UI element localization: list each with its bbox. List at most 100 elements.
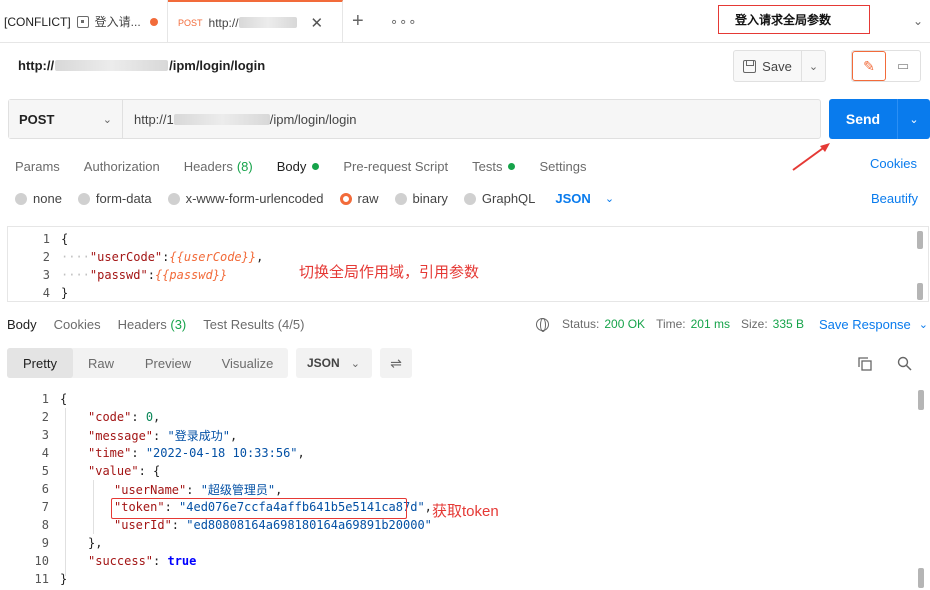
annotation-token-highlight (111, 498, 407, 519)
method-select[interactable]: POST ⌄ (9, 100, 123, 138)
time-value[interactable]: 201 ms (691, 317, 730, 331)
tab-params[interactable]: Params (15, 156, 60, 176)
body-indicator-dot-icon (312, 162, 320, 170)
tab-conflict-request[interactable]: [CONFLICT] 登入请... (0, 0, 168, 43)
response-scrollbar[interactable] (918, 568, 924, 588)
size-value[interactable]: 335 B (773, 317, 804, 331)
view-visualize[interactable]: Visualize (207, 348, 288, 378)
editor-scrollbar[interactable] (917, 283, 923, 300)
edit-pencil-icon[interactable]: ✎ (852, 51, 886, 81)
line-number: 3 (41, 428, 49, 442)
json-key: "value" (88, 464, 139, 478)
indent-whitespace: ···· (61, 268, 90, 282)
line-number: 5 (41, 464, 49, 478)
mode-toggle: ✎ ▭ (851, 50, 921, 82)
json-string: "超级管理员" (200, 482, 276, 497)
annotation-global-params: 登入请求全局参数 (718, 5, 870, 34)
more-tabs-icon[interactable]: ∘∘∘ (390, 14, 417, 30)
line-number: 1 (42, 232, 50, 246)
wrap-lines-icon[interactable]: ⇌ (380, 348, 412, 378)
response-tab-test-results[interactable]: Test Results (4/5) (203, 317, 304, 332)
cookies-link[interactable]: Cookies (870, 156, 917, 171)
code-line: 2 "code": 0, (7, 408, 161, 426)
radio-graphql[interactable]: GraphQL (463, 191, 535, 206)
save-options-chevron-icon[interactable]: ⌄ (802, 60, 825, 73)
tab-label: http:// (208, 15, 239, 30)
request-title[interactable]: http:// /ipm/login/login (18, 58, 265, 73)
save-icon (743, 59, 757, 73)
json-key: "userName" (114, 482, 187, 497)
radio-label: form-data (95, 191, 152, 206)
url-prefix: http://1 (134, 111, 174, 127)
radio-form-data[interactable]: form-data (77, 191, 152, 206)
json-boolean: true (167, 554, 197, 568)
indent-whitespace: ···· (61, 250, 90, 264)
json-number: 0 (145, 410, 154, 424)
view-raw[interactable]: Raw (73, 348, 129, 378)
radio-icon (463, 192, 476, 205)
redacted-host (55, 60, 169, 71)
size-label: Size: (740, 317, 768, 331)
response-tab-headers[interactable]: Headers (3) (118, 317, 187, 332)
tab-tests[interactable]: Tests (472, 156, 516, 176)
new-tab-plus-icon[interactable]: + (352, 10, 364, 33)
tab-authorization[interactable]: Authorization (84, 156, 160, 176)
send-button[interactable]: Send (829, 99, 898, 139)
chevron-down-icon[interactable]: ⌄ (913, 14, 923, 28)
radio-binary[interactable]: binary (394, 191, 448, 206)
beautify-link[interactable]: Beautify (871, 191, 918, 206)
request-doc-icon (76, 15, 89, 28)
json-key: "message" (88, 428, 154, 443)
tab-label: Pre-request Script (343, 158, 449, 174)
line-number: 4 (41, 446, 49, 460)
response-tab-cookies[interactable]: Cookies (54, 317, 101, 332)
tab-settings[interactable]: Settings (539, 156, 586, 176)
tab-body[interactable]: Body (277, 156, 320, 176)
json-key: "success" (88, 554, 154, 568)
view-pretty[interactable]: Pretty (7, 348, 73, 378)
view-preview[interactable]: Preview (129, 348, 207, 378)
radio-raw[interactable]: raw (339, 191, 379, 206)
tests-indicator-dot-icon (508, 162, 516, 170)
radio-label: none (33, 191, 62, 206)
tab-label: Params (15, 158, 60, 174)
line-number: 1 (41, 392, 49, 406)
radio-x-www-form-urlencoded[interactable]: x-www-form-urlencoded (167, 191, 324, 206)
response-format-select[interactable]: JSON ⌄ (296, 348, 372, 378)
tab-pre-request-script[interactable]: Pre-request Script (343, 156, 448, 176)
json-variable: {{userCode}} (169, 250, 257, 264)
code-line: 4 } (8, 284, 68, 302)
method-label: POST (19, 111, 55, 127)
radio-none[interactable]: none (15, 191, 62, 206)
url-suffix: /ipm/login/login (269, 111, 357, 127)
response-status: Status: 200 OK Time: 201 ms Size: 335 B (536, 317, 815, 332)
status-value[interactable]: 200 OK (604, 317, 645, 331)
save-button[interactable]: Save (734, 51, 802, 81)
close-icon[interactable]: ✕ (311, 14, 324, 32)
radio-icon (394, 192, 407, 205)
line-number: 3 (42, 268, 50, 282)
code-line: 7 "token": "4ed076e7ccfa4affb641b5e5141ca… (7, 498, 432, 516)
documentation-icon[interactable]: ▭ (886, 51, 920, 81)
tab-headers[interactable]: Headers (8) (184, 156, 253, 176)
save-response-button[interactable]: Save Response ⌄ (819, 317, 928, 332)
code-line: 8 "userId": "ed80808164a698180164a69891b2… (7, 516, 432, 534)
headers-count: (8) (236, 158, 253, 174)
test-results-count: (4/5) (277, 317, 305, 332)
chevron-down-icon: ⌄ (918, 319, 928, 331)
response-tab-body[interactable]: Body (7, 317, 37, 332)
tab-active-request[interactable]: POST http:// ✕ (168, 0, 343, 43)
radio-icon (77, 192, 90, 205)
tab-label: Settings (539, 158, 587, 174)
copy-icon[interactable] (858, 357, 872, 371)
code-text: { (61, 232, 69, 246)
globe-icon[interactable] (536, 317, 549, 332)
url-input[interactable]: http://1 /ipm/login/login (123, 100, 820, 138)
search-icon[interactable] (897, 356, 912, 371)
send-options-chevron-icon[interactable]: ⌄ (898, 99, 930, 139)
editor-scrollbar[interactable] (917, 231, 923, 249)
response-body-viewer[interactable]: 1{ 2 "code": 0, 3 "message": "登录成功", 4 "tim… (7, 390, 929, 590)
line-number: 11 (34, 572, 49, 586)
body-format-select[interactable]: JSON ⌄ (555, 191, 614, 206)
response-scrollbar[interactable] (918, 390, 924, 410)
